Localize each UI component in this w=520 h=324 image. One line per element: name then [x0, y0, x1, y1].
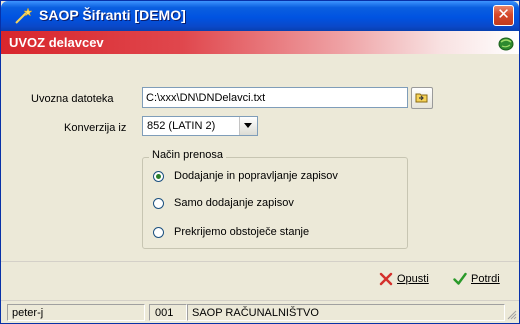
- conversion-dropdown-button[interactable]: [239, 117, 257, 135]
- close-button[interactable]: ✕: [493, 5, 514, 26]
- status-bar: peter-j 001 SAOP RAČUNALNIŠTVO: [1, 300, 519, 323]
- status-user: peter-j: [7, 304, 145, 321]
- radio-option-overwrite[interactable]: Prekrijemo obstoječe stanje: [153, 225, 383, 241]
- check-icon: [453, 272, 467, 285]
- conversion-selected-value: 852 (LATIN 2): [147, 120, 216, 132]
- import-dialog-window: SAOP Šifranti [DEMO] ✕ UVOZ delavcev Uvo…: [0, 0, 520, 324]
- confirm-label: Potrdi: [471, 273, 500, 285]
- radio-option-add-only[interactable]: Samo dodajanje zapisov: [153, 196, 383, 212]
- folder-open-icon: [415, 93, 428, 103]
- radio-label: Samo dodajanje zapisov: [174, 197, 294, 209]
- import-file-label: Uvozna datoteka: [31, 93, 114, 105]
- title-bar[interactable]: SAOP Šifranti [DEMO] ✕: [1, 1, 519, 31]
- wand-star-icon: [13, 7, 33, 25]
- close-icon: ✕: [497, 6, 510, 23]
- radio-label: Prekrijemo obstoječe stanje: [174, 226, 310, 238]
- conversion-label: Konverzija iz: [64, 122, 127, 134]
- dialog-header: UVOZ delavcev: [1, 31, 519, 54]
- radio-button[interactable]: [153, 227, 164, 238]
- radio-option-add-and-update[interactable]: Dodajanje in popravljanje zapisov: [153, 169, 383, 185]
- radio-button[interactable]: [153, 198, 164, 209]
- globe-icon: [497, 35, 515, 51]
- conversion-select[interactable]: 852 (LATIN 2): [142, 116, 258, 136]
- confirm-button[interactable]: Potrdi: [453, 269, 513, 291]
- transfer-mode-title: Način prenosa: [149, 149, 226, 161]
- status-company-name: SAOP RAČUNALNIŠTVO: [187, 304, 505, 321]
- dialog-title: UVOZ delavcev: [9, 35, 104, 50]
- chevron-down-icon: [244, 123, 252, 128]
- window-title: SAOP Šifranti [DEMO]: [39, 7, 186, 23]
- cancel-button[interactable]: Opusti: [379, 269, 443, 291]
- browse-file-button[interactable]: [411, 87, 433, 109]
- divider: [1, 261, 519, 262]
- radio-label: Dodajanje in popravljanje zapisov: [174, 170, 338, 182]
- import-file-input[interactable]: [142, 87, 408, 108]
- cancel-label: Opusti: [397, 273, 429, 285]
- status-company-code: 001: [149, 304, 187, 321]
- resize-grip-icon[interactable]: [505, 307, 517, 320]
- x-icon: [379, 272, 393, 286]
- radio-button-checked[interactable]: [153, 171, 164, 182]
